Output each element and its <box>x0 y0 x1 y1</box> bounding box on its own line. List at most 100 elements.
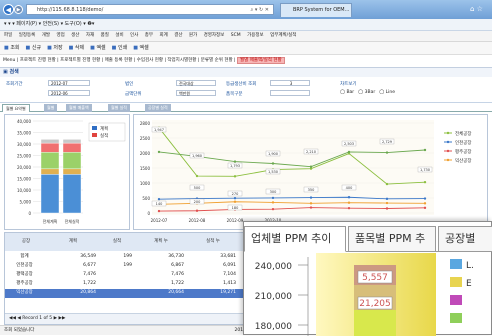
data-label: 300 <box>270 190 277 194</box>
rank-label: 등급생산비 조회 <box>226 82 257 87</box>
period-from-input[interactable]: 2012-07 <box>48 80 90 86</box>
column-header[interactable]: 실적 누 <box>187 238 239 244</box>
series-point <box>423 202 427 205</box>
breadcrumb-item[interactable]: 프로젝트별 진행 현황 <box>60 58 100 63</box>
menu-item[interactable]: 자재 <box>86 33 94 38</box>
breadcrumb-item[interactable]: 수입검사 현황 <box>137 58 163 63</box>
toolbar-button[interactable]: ■ 조회 <box>4 45 20 51</box>
factory-select[interactable]: 전국대상 <box>176 80 216 86</box>
menu-item[interactable]: 총무 <box>145 33 153 38</box>
menu-item[interactable]: 원가 <box>189 33 197 38</box>
radio-line[interactable]: ◯ Line <box>379 90 395 95</box>
menu-item[interactable]: SCM <box>231 33 241 38</box>
popup-tab-strip[interactable]: 업체별 PPM 추이품목별 PPM 추이공장별 <box>244 222 492 269</box>
table-row[interactable]: 평주공장 1,722 1,722 1,413 <box>5 280 253 289</box>
subtab[interactable]: 월별 요약별 <box>2 104 30 112</box>
menu-item[interactable]: 인사 <box>130 33 138 38</box>
y-tick: 500 <box>142 196 150 201</box>
command-bar[interactable]: ▾ ▾ ▾ 페이지(P) ▾ 안전(S) ▾ 도구(O) ▾ ❷▾ <box>0 19 492 31</box>
subtab[interactable]: 월별 <box>44 104 58 112</box>
table-cell: 6,867 <box>171 263 184 268</box>
radio-bar[interactable]: ◯ Bar <box>340 90 354 95</box>
legend-label: 전체공장 <box>455 130 472 137</box>
breadcrumb[interactable]: Menu | 프로젝트 진행 현황 | 프로젝트별 진행 현황 | 매출 등록 … <box>0 55 492 68</box>
data-label: 2,729 <box>382 140 392 144</box>
legend-swatch <box>450 313 462 323</box>
breadcrumb-item[interactable]: 분류별 순위 현황 <box>201 58 233 63</box>
y-tick: 2800 <box>140 121 151 126</box>
menu-item[interactable]: 설비 <box>115 33 123 38</box>
toolbar-button[interactable]: ■ 삭제 <box>69 45 85 51</box>
browser-tab[interactable]: BRP System for OEM... <box>280 3 352 17</box>
menu-item[interactable]: 경영자정보 <box>204 33 225 38</box>
breadcrumb-item[interactable]: 작업지시별현황 <box>167 58 196 63</box>
chart-type-radios[interactable]: ◯ Bar ◯ 3Bar ◯ Line <box>340 90 399 95</box>
popup-tab[interactable]: 품목별 PPM 추이 <box>348 226 436 269</box>
class-select[interactable] <box>270 90 310 96</box>
toolbar-button[interactable]: ■ 엑셀 <box>133 45 149 51</box>
legend-marker <box>446 140 450 144</box>
menu-item[interactable]: 결산 <box>174 33 182 38</box>
table-row[interactable]: 인천공장 6,677 199 6,867 6,091 <box>5 262 253 271</box>
menu-item[interactable]: 일정등록 <box>19 33 36 38</box>
popup-tab[interactable]: 공장별 <box>438 226 492 252</box>
breadcrumb-active[interactable]: 월별 매출액/실적 현황 <box>237 57 285 64</box>
table-row[interactable]: 익산공장 20,864 20,664 19,271 <box>5 289 253 298</box>
y-tick: 0 <box>147 211 150 216</box>
period-to-input[interactable]: 2012-06 <box>48 90 90 96</box>
back-icon[interactable]: ◀ <box>3 4 14 15</box>
address-bar[interactable]: http://115.68.8.118/demo/ ⌕ ▾ ↻ ✕ <box>26 4 274 15</box>
tab-title: BRP System for OEM... <box>293 7 350 13</box>
subtab[interactable]: 월별 매출액 <box>66 104 92 112</box>
legend-swatch <box>450 295 462 305</box>
grid-pager[interactable]: ◀◀ ◀ Record 1 of 5 ▶ ▶▶ <box>5 313 253 324</box>
menu-item[interactable]: 개발 <box>42 33 50 38</box>
radio-3bar[interactable]: ◯ 3Bar <box>358 90 375 95</box>
y-tick: 20,000 <box>17 165 31 170</box>
menu-item[interactable]: 업무계획/실적 <box>270 33 296 38</box>
sub-tab-bar[interactable]: 월별 요약별 월별 월별 매출액 월별 실적 공장별 실적 <box>0 104 492 112</box>
toolbar-button[interactable]: ■ 신규 <box>26 45 42 51</box>
unit-select[interactable]: 백만원 <box>176 90 216 96</box>
forward-icon[interactable]: ▶ <box>14 5 23 14</box>
subtab[interactable]: 월별 실적 <box>108 104 130 112</box>
y-tick: 40,000 <box>17 119 31 124</box>
subtab[interactable]: 공장별 실적 <box>145 104 171 112</box>
legend-label: 실적 <box>100 132 108 139</box>
y-tick: 1500 <box>140 166 151 171</box>
column-header[interactable]: 계획 누 <box>135 238 187 244</box>
column-header[interactable]: 공장 <box>5 238 47 244</box>
address-icons[interactable]: ⌕ ▾ ↻ ✕ <box>251 5 269 15</box>
menu-item[interactable]: 품질 <box>101 33 109 38</box>
app-menu-bar[interactable]: 파일 일정등록 개발 영업 생산 자재 품질 설비 인사 총무 회계 결산 원가… <box>0 31 492 42</box>
table-row[interactable]: 평택공장 7,476 7,476 7,104 <box>5 271 253 280</box>
rank-input[interactable]: 3 <box>270 80 310 86</box>
table-cell: 33,681 <box>220 254 236 259</box>
menu-item[interactable]: 생산 <box>71 33 79 38</box>
table-row[interactable]: 합계 36,549 199 36,730 33,681 <box>5 253 253 262</box>
menu-item[interactable]: 회계 <box>159 33 167 38</box>
toolbar-button[interactable]: ■ 엑셀 <box>90 45 106 51</box>
browser-tools-icon[interactable]: ⌂ ☆ <box>470 5 486 14</box>
menu-item[interactable]: 가용정보 <box>247 33 264 38</box>
table-cell: 평주공장 <box>16 281 33 286</box>
y-tick: 240,000 <box>255 262 292 272</box>
toolbar-button[interactable]: ■ 저장 <box>47 45 63 51</box>
column-header[interactable]: 실적 <box>99 238 135 244</box>
breadcrumb-item[interactable]: 매출 등록 현황 <box>105 58 133 63</box>
column-header[interactable]: 계획 <box>47 238 99 244</box>
breadcrumb-item[interactable]: Menu <box>3 58 15 63</box>
legend-label: E <box>466 279 472 289</box>
factory-label: 법인 <box>125 82 134 87</box>
series-point <box>233 197 237 200</box>
app-toolbar[interactable]: ■ 조회 ■ 신규 ■ 저장 ■ 삭제 ■ 엑셀 ■ 인쇄 ■ 엑셀 <box>0 42 492 55</box>
menu-item[interactable]: 영업 <box>56 33 64 38</box>
y-tick: 35,000 <box>17 131 31 136</box>
breadcrumb-item[interactable]: 프로젝트 진행 현황 <box>20 58 56 63</box>
popup-tab[interactable]: 업체별 PPM 추이 <box>244 226 346 252</box>
status-bar: 조회 되었습니다 2012 <box>0 325 250 335</box>
data-grid[interactable]: 공장 계획 실적 계획 누 실적 누합계 36,549 199 36,730 33,681 인천공… <box>4 232 254 325</box>
toolbar-button[interactable]: ■ 인쇄 <box>112 45 128 51</box>
command-bar-text[interactable]: ▾ ▾ ▾ 페이지(P) ▾ 안전(S) ▾ 도구(O) ▾ ❷▾ <box>4 21 94 27</box>
menu-item[interactable]: 파일 <box>4 33 12 38</box>
